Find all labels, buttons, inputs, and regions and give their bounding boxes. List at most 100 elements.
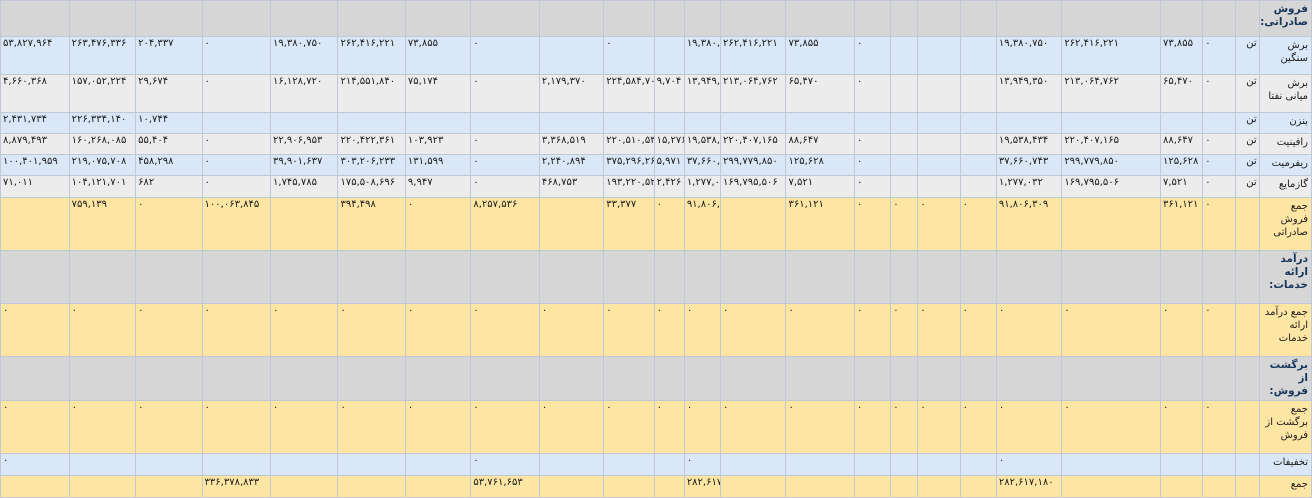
value-cell: ۰ — [720, 400, 787, 454]
value-cell — [404, 250, 472, 304]
value-cell: ۰ — [1202, 303, 1237, 357]
value-cell: ۱,۲۷۷,۰۳۲ — [683, 175, 722, 198]
value-cell: ۵۳,۸۲۷,۹۶۴ — [0, 36, 70, 75]
value-cell — [135, 0, 203, 37]
value-cell — [1202, 112, 1237, 134]
value-cell — [404, 475, 472, 498]
value-cell — [270, 453, 339, 476]
value-cell: ۰ — [0, 453, 70, 476]
value-cell — [995, 112, 1063, 134]
value-cell — [853, 453, 892, 476]
value-cell: ۲۶۳,۴۷۶,۳۳۶ — [68, 36, 137, 75]
value-cell — [1202, 475, 1237, 498]
value-cell: ۰ — [917, 400, 961, 454]
value-cell: ۰ — [917, 303, 961, 357]
value-cell — [917, 250, 961, 304]
value-cell — [270, 475, 339, 498]
value-cell: ۷۳,۸۵۵ — [1159, 36, 1204, 75]
value-cell: ۰ — [201, 36, 272, 75]
value-cell: ۳۰۳,۲۰۶,۲۳۳ — [337, 154, 406, 176]
value-cell: ۰ — [785, 400, 855, 454]
row-unit: تن — [1235, 36, 1260, 75]
value-cell — [270, 356, 339, 401]
value-cell — [785, 0, 855, 37]
value-cell — [683, 356, 722, 401]
value-cell: ۲۸۲,۶۱۷,۱۸۰ — [995, 475, 1063, 498]
value-cell — [538, 36, 605, 75]
value-cell: ۷۵,۱۷۴ — [404, 74, 472, 113]
value-cell: ۰ — [603, 303, 655, 357]
value-cell — [538, 112, 605, 134]
value-cell: ۱۰۰,۰۶۳,۸۴۵ — [201, 197, 272, 251]
value-cell: ۰ — [890, 400, 919, 454]
value-cell — [135, 475, 203, 498]
value-cell — [653, 453, 685, 476]
value-cell: ۰ — [995, 453, 1063, 476]
value-cell — [653, 475, 685, 498]
value-cell — [720, 112, 787, 134]
value-cell: ۱۹,۳۸۰,۷۵۰ — [683, 36, 722, 75]
value-cell — [959, 475, 997, 498]
value-cell: ۰ — [68, 400, 137, 454]
value-cell: ۹,۹۴۷ — [404, 175, 472, 198]
row-label: برش میانی نفتا — [1258, 74, 1312, 113]
value-cell: ۰ — [959, 303, 997, 357]
value-cell: ۰ — [853, 303, 892, 357]
value-cell — [890, 74, 919, 113]
value-cell: ۲۱۹,۰۷۵,۷۰۸ — [68, 154, 137, 176]
value-cell: ۰ — [653, 400, 685, 454]
value-cell: ۲۶۲,۴۱۶,۲۲۱ — [337, 36, 406, 75]
value-cell: ۱۵۷,۰۵۲,۲۲۴ — [68, 74, 137, 113]
value-cell — [853, 250, 892, 304]
value-cell — [201, 356, 272, 401]
value-cell: ۰ — [1159, 400, 1204, 454]
row-label: تخفیفات — [1258, 453, 1312, 476]
value-cell — [603, 453, 655, 476]
value-cell: ۰ — [470, 74, 540, 113]
value-cell: ۰ — [538, 303, 605, 357]
value-cell: ۴,۶۶۰,۳۶۸ — [0, 74, 70, 113]
value-cell: ۲۶۲,۴۱۶,۲۲۱ — [720, 36, 787, 75]
value-cell: ۰ — [201, 74, 272, 113]
value-cell — [683, 112, 722, 134]
value-cell: ۰ — [135, 400, 203, 454]
value-cell: ۰ — [603, 36, 655, 75]
value-cell — [720, 475, 787, 498]
value-cell — [603, 112, 655, 134]
value-cell: ۱,۷۴۵,۷۸۵ — [270, 175, 339, 198]
value-cell: ۱۹,۵۳۸,۴۳۴ — [683, 133, 722, 155]
value-cell: ۰ — [1202, 154, 1237, 176]
value-cell — [201, 453, 272, 476]
value-cell: ۲۹,۶۷۴ — [135, 74, 203, 113]
value-cell: ۰ — [470, 400, 540, 454]
value-cell — [337, 112, 406, 134]
value-cell: ۰ — [538, 400, 605, 454]
value-cell: ۰ — [404, 303, 472, 357]
value-cell — [1061, 475, 1161, 498]
value-cell: ۰ — [201, 133, 272, 155]
value-cell: ۵۵,۴۰۴ — [135, 133, 203, 155]
value-cell: ۲۲۰,۴۲۲,۳۶۱ — [337, 133, 406, 155]
value-cell: ۲۶۲,۴۱۶,۲۲۱ — [1061, 36, 1161, 75]
value-cell — [603, 250, 655, 304]
sales-report-table: فروش صادراتی: برش سنگین تن ۰ ۷۳,۸۵۵ ۲۶۲,۴۱۶,۲… — [0, 0, 1312, 498]
row-unit — [1235, 475, 1260, 498]
value-cell: ۰ — [404, 400, 472, 454]
value-cell — [917, 475, 961, 498]
value-cell — [785, 250, 855, 304]
value-cell: ۵۳,۷۶۱,۶۵۳ — [470, 475, 540, 498]
value-cell — [1061, 0, 1161, 37]
value-cell — [470, 250, 540, 304]
value-cell: ۰ — [720, 303, 787, 357]
value-cell: ۰ — [201, 154, 272, 176]
value-cell: ۰ — [683, 400, 722, 454]
value-cell — [1202, 356, 1237, 401]
value-cell — [1061, 356, 1161, 401]
value-cell: ۴۶۸,۷۵۳ — [538, 175, 605, 198]
table-row: جمع فروش صادراتی ۰ ۳۶۱,۱۲۱ ۹۱,۸۰۶,۳۰۹ ۰ ۰ ۰ ۰ ۳۶… — [0, 197, 1312, 251]
value-cell — [538, 453, 605, 476]
value-cell: ۰ — [337, 303, 406, 357]
value-cell: ۰ — [853, 154, 892, 176]
value-cell: ۰ — [1061, 400, 1161, 454]
value-cell — [890, 154, 919, 176]
